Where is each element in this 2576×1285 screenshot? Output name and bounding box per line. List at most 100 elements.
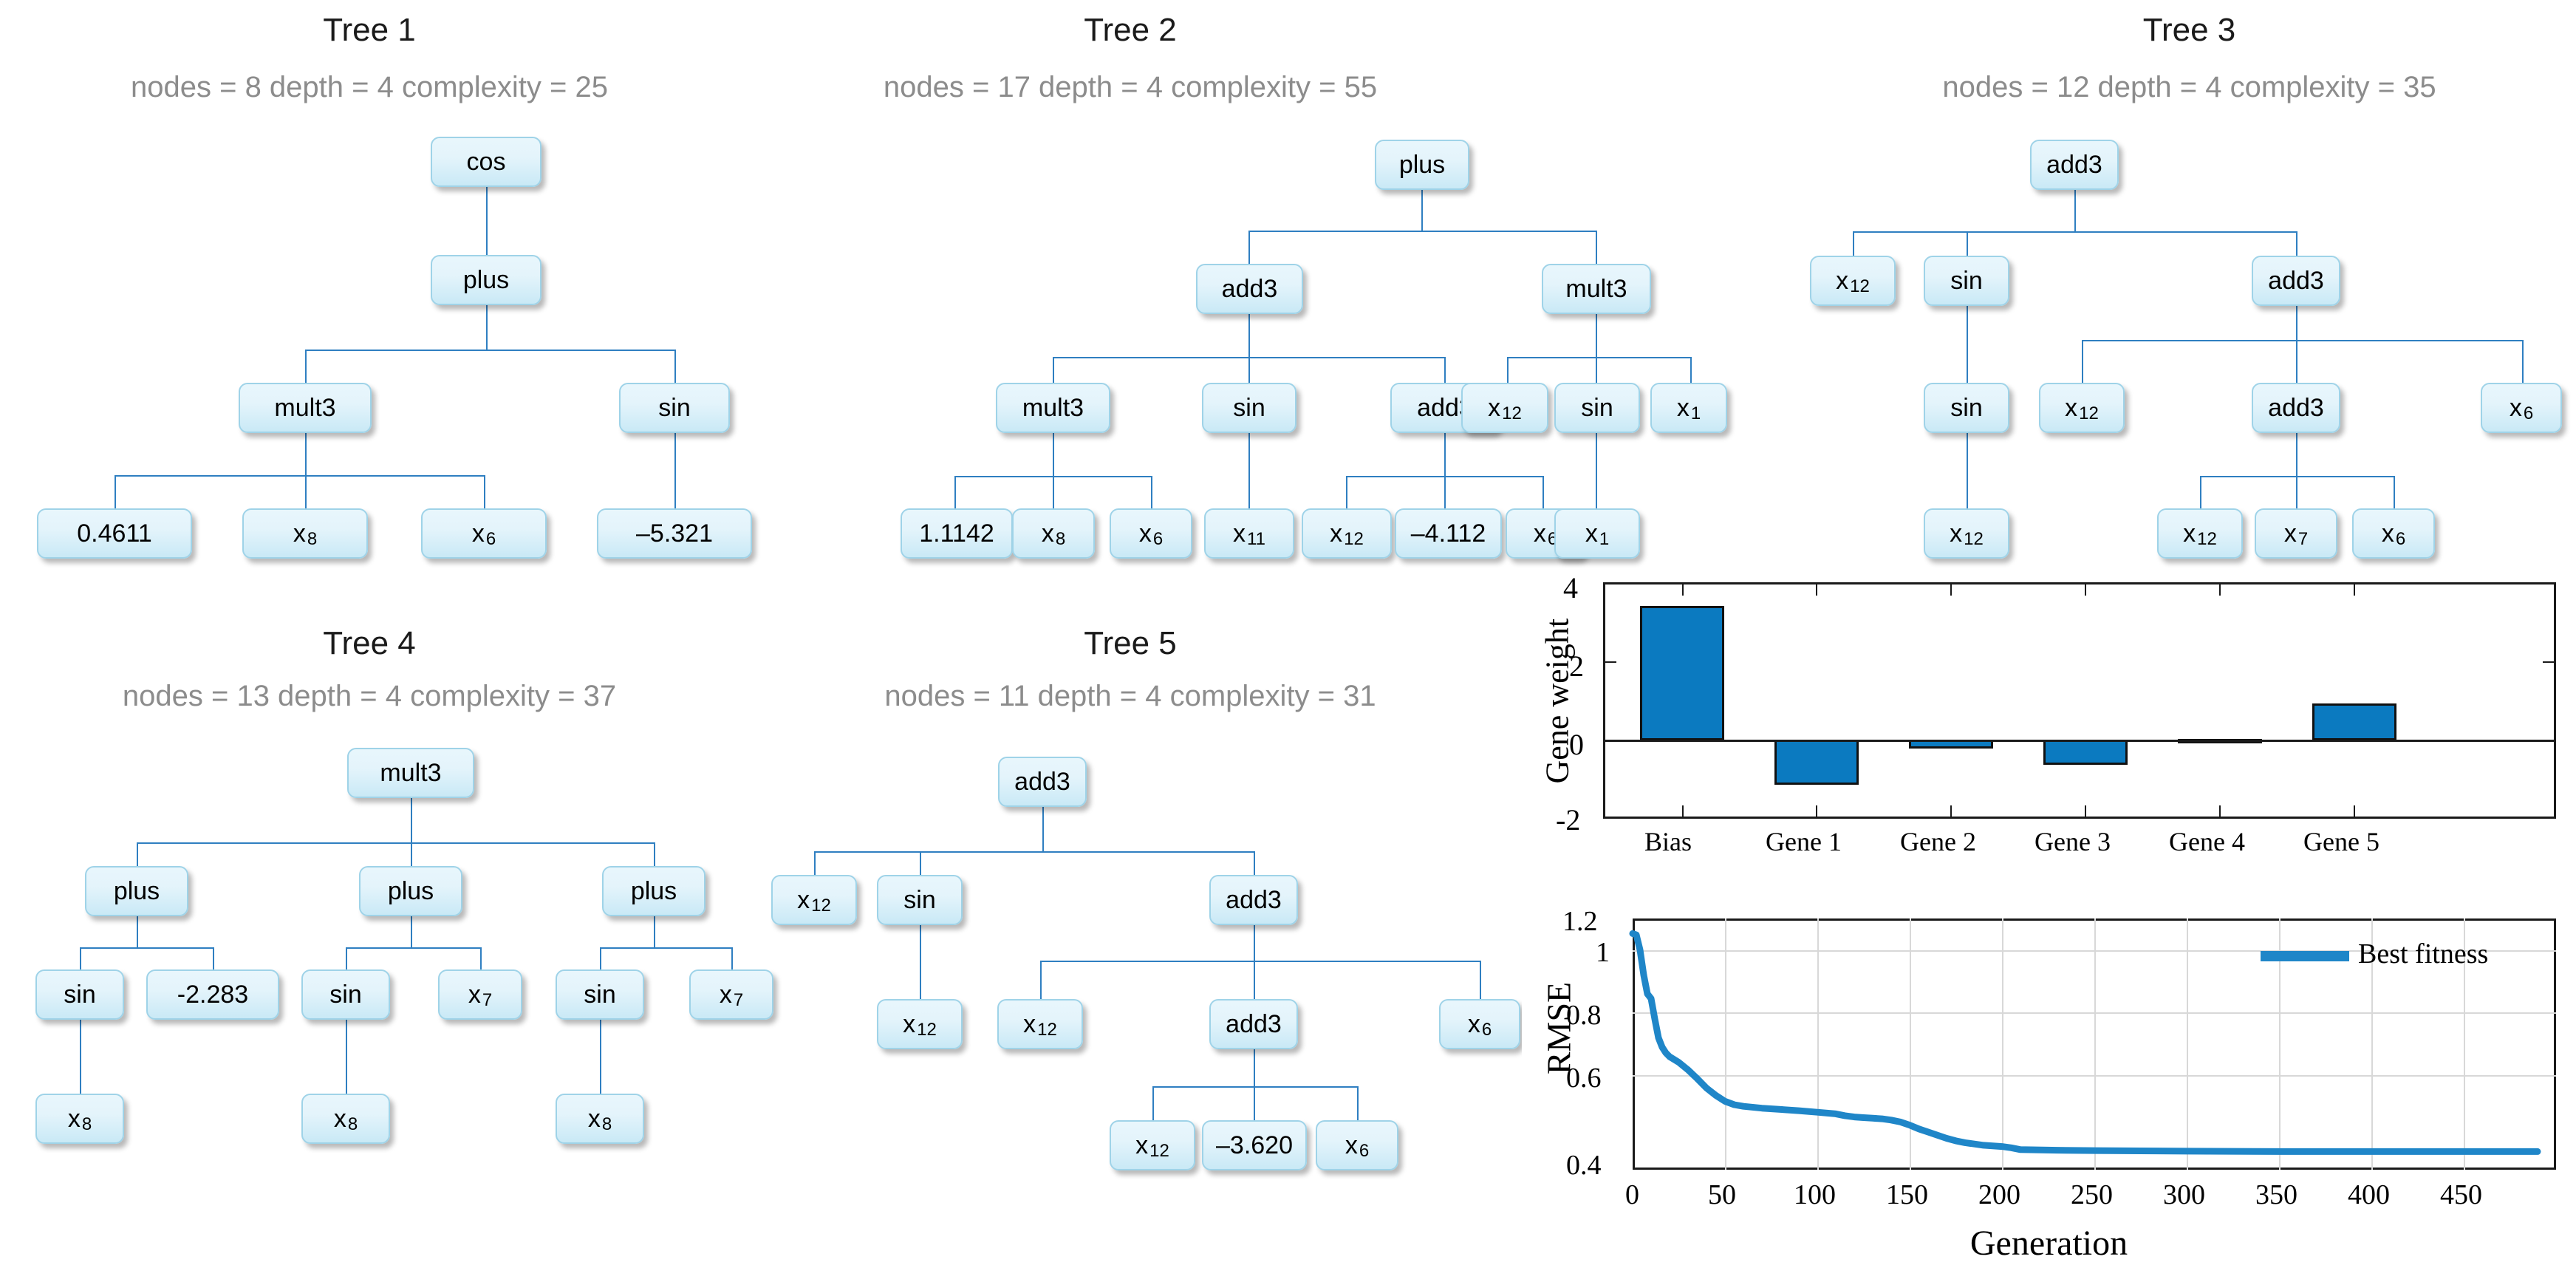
x-tick-mark [2354, 582, 2355, 596]
tree-node[interactable]: plus [1375, 140, 1469, 190]
x-tick-label: Gene 5 [2303, 827, 2379, 856]
tree-node[interactable]: x 12 [1110, 1120, 1195, 1170]
tree-node[interactable]: sin [1202, 383, 1296, 433]
node-label: x [1585, 519, 1598, 548]
edge [1690, 357, 1692, 383]
edge [137, 842, 138, 866]
tree-node[interactable]: –5.321 [597, 508, 752, 559]
node-label: x [2509, 394, 2522, 422]
x-tick-label: Gene 2 [1900, 827, 1976, 856]
tree-node[interactable]: x8 [242, 508, 368, 559]
tree-node[interactable]: x1 [1554, 508, 1640, 559]
tree-node[interactable]: mult3 [239, 383, 372, 433]
edge [1152, 1086, 1154, 1120]
tree-node[interactable]: x7 [2255, 508, 2337, 559]
tree-node[interactable]: plus [431, 255, 541, 305]
edge [1507, 357, 1509, 383]
edge [1248, 433, 1250, 508]
node-label: –4.112 [1410, 519, 1486, 548]
tree-1-title: Tree 1 [323, 12, 416, 48]
edge [411, 842, 412, 866]
node-label: add3 [2046, 151, 2102, 179]
node-label: -2.283 [177, 981, 249, 1009]
tree-node[interactable]: x6 [2352, 508, 2435, 559]
edge [80, 947, 81, 969]
tree-node[interactable]: x 11 [1204, 508, 1294, 559]
node-subscript: 6 [1152, 529, 1164, 549]
tree-node[interactable]: plus [85, 866, 188, 916]
tree-node[interactable]: plus [359, 866, 462, 916]
tree-node[interactable]: sin [877, 875, 963, 925]
edge [2200, 476, 2201, 508]
node-label: sin [1581, 394, 1613, 422]
tree-node[interactable]: x8 [301, 1094, 390, 1144]
tree-node[interactable]: add3 [2252, 256, 2340, 306]
tree-node[interactable]: x8 [556, 1094, 644, 1144]
node-label: x [903, 1010, 916, 1038]
tree-node[interactable]: x 12 [1924, 508, 2009, 559]
tree-node[interactable]: sin [556, 969, 644, 1020]
node-label: x [1836, 267, 1849, 295]
tree-node[interactable]: x8 [35, 1094, 124, 1144]
tree-node[interactable]: 0.4611 [37, 508, 192, 559]
tree-node[interactable]: x6 [1110, 508, 1192, 559]
tree-node[interactable]: x8 [1012, 508, 1095, 559]
tree-node[interactable]: add3 [2252, 383, 2340, 433]
tree-node[interactable]: -2.283 [146, 969, 279, 1020]
tree-node[interactable]: sin [1924, 383, 2009, 433]
tree-node[interactable]: x 12 [997, 999, 1083, 1049]
node-label: x [1676, 394, 1690, 422]
tree-node[interactable]: add3 [1196, 264, 1303, 314]
tree-node[interactable]: sin [301, 969, 390, 1020]
node-subscript: 6 [485, 529, 496, 549]
node-subscript: 8 [81, 1114, 92, 1134]
tree-node[interactable]: x 12 [2039, 383, 2125, 433]
node-subscript: 6 [2395, 529, 2406, 549]
tree-node[interactable]: x 12 [877, 999, 963, 1049]
tree-node[interactable]: x 12 [1461, 383, 1548, 433]
x-tick-mark [2085, 805, 2086, 819]
tree-node[interactable]: x6 [1316, 1120, 1398, 1170]
gene-weight-plot-area [1603, 582, 2556, 819]
node-label: x [1041, 519, 1054, 548]
node-label: x [587, 1105, 601, 1133]
tree-node[interactable]: add3 [998, 757, 1087, 807]
tree-node[interactable]: sin [1924, 256, 2009, 306]
tree-node[interactable]: mult3 [1542, 264, 1651, 314]
edge [1967, 231, 1968, 256]
tree-node[interactable]: x 12 [2157, 508, 2243, 559]
tree-node[interactable]: x6 [1439, 999, 1520, 1049]
tree-node[interactable]: –3.620 [1202, 1120, 1307, 1170]
tree-node[interactable]: mult3 [996, 383, 1110, 433]
tree-node[interactable]: mult3 [347, 748, 474, 798]
tree-node[interactable]: add3 [1209, 875, 1298, 925]
tree-node[interactable]: 1.1142 [901, 508, 1013, 559]
tree-node[interactable]: add3 [1209, 999, 1298, 1049]
tree-node[interactable]: –4.112 [1395, 508, 1502, 559]
tree-node[interactable]: add3 [2030, 140, 2119, 190]
tree-node[interactable]: x1 [1650, 383, 1727, 433]
edge [674, 350, 676, 383]
node-label: x [293, 519, 306, 548]
node-label: x [2283, 519, 2297, 548]
tree-node[interactable]: plus [602, 866, 706, 916]
edge [1853, 231, 1854, 256]
node-label: x [2183, 519, 2196, 548]
tree-node[interactable]: sin [619, 383, 730, 433]
tree-node[interactable]: x 12 [1810, 256, 1896, 306]
tree-panel-5: Tree 5 nodes = 11 depth = 4 complexity =… [761, 613, 1520, 1204]
tree-node[interactable]: x6 [2481, 383, 2562, 433]
tree-node[interactable]: cos [431, 137, 541, 187]
tree-node[interactable]: sin [35, 969, 124, 1020]
edge [814, 851, 1254, 853]
edge [305, 475, 307, 508]
x-tick-label: Gene 3 [2035, 827, 2111, 856]
tree-node[interactable]: x6 [421, 508, 547, 559]
tree-node[interactable]: x 12 [771, 875, 857, 925]
bar-bias [1640, 606, 1724, 740]
node-label: add3 [1014, 768, 1070, 796]
node-label: –5.321 [636, 519, 713, 548]
tree-node[interactable]: sin [1554, 383, 1640, 433]
tree-node[interactable]: x7 [438, 969, 522, 1020]
tree-node[interactable]: x 12 [1302, 508, 1392, 559]
